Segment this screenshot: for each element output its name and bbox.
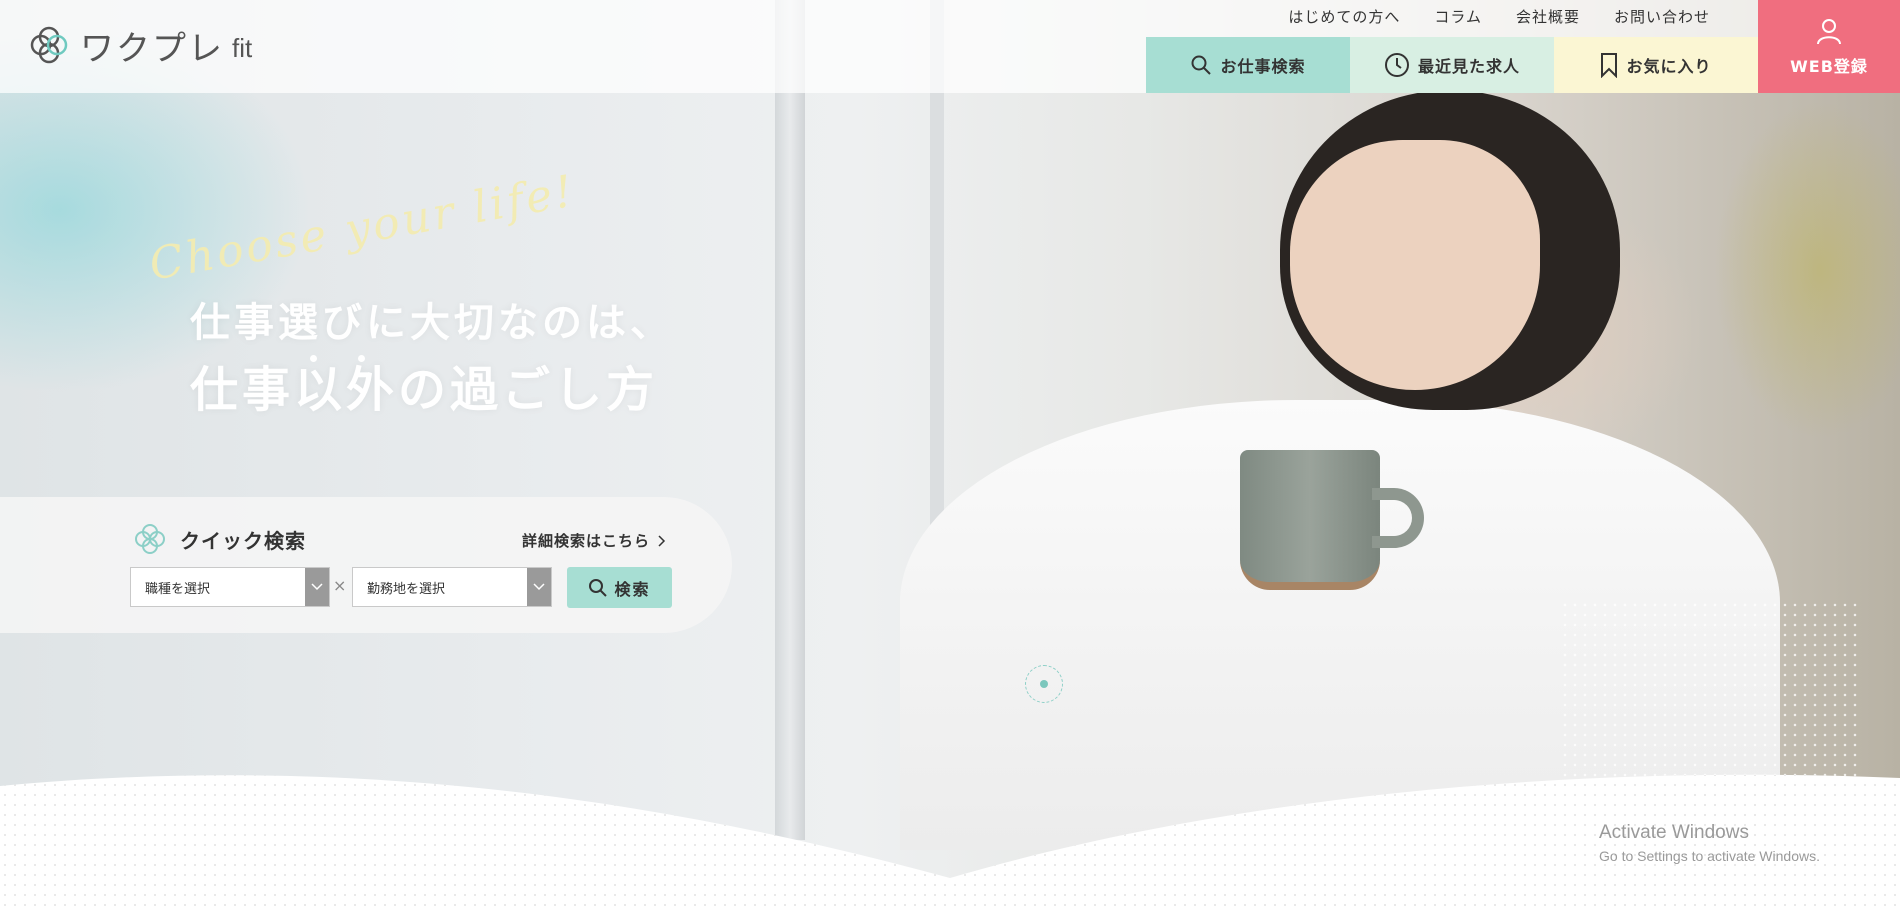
emphasis-dot — [358, 355, 365, 362]
hero-mug — [1240, 450, 1380, 590]
location-select-value: 勤務地を選択 — [367, 581, 446, 597]
topnav-link-contact[interactable]: お問い合わせ — [1614, 6, 1710, 27]
topnav-link-company[interactable]: 会社概要 — [1516, 6, 1580, 27]
quick-search-logo-icon — [135, 524, 165, 554]
chevron-right-icon — [658, 534, 666, 547]
scroll-indicator[interactable] — [1025, 665, 1063, 703]
select-separator: × — [333, 576, 347, 595]
emphasis-dot — [310, 355, 317, 362]
hero-person-face — [1290, 140, 1540, 390]
quick-search-title-text: クイック検索 — [180, 528, 306, 553]
main-navigation: お仕事検索 最近見た求人 お気に入り — [1146, 37, 1758, 93]
window-frame — [775, 0, 805, 840]
nav-favorites-button[interactable]: お気に入り — [1554, 37, 1758, 93]
hero-headline: 仕事選びに大切なのは、 仕事以外の過ごし方 — [190, 295, 674, 429]
chevron-down-icon — [305, 568, 329, 606]
site-logo[interactable]: ワクプレ fit — [24, 20, 252, 70]
quick-search-title: クイック検索 — [130, 519, 306, 559]
nav-recent-jobs-label: 最近見た求人 — [1417, 57, 1520, 76]
quick-search-button[interactable]: 検索 — [567, 567, 672, 608]
nav-recent-jobs-button[interactable]: 最近見た求人 — [1350, 37, 1554, 93]
search-icon — [589, 578, 608, 597]
job-type-select-value: 職種を選択 — [145, 581, 211, 597]
hero-headline-line1: 仕事選びに大切なのは、 — [190, 300, 674, 346]
windows-activation-watermark: Activate Windows Go to Settings to activ… — [1599, 822, 1820, 864]
watermark-line2: Go to Settings to activate Windows. — [1599, 848, 1820, 864]
nav-job-search-label: お仕事検索 — [1220, 57, 1306, 76]
clock-icon — [1384, 53, 1409, 77]
detailed-search-link-label: 詳細検索はこちら — [522, 532, 651, 550]
user-icon — [1817, 18, 1841, 44]
scroll-dot — [1040, 680, 1048, 688]
top-navigation: はじめての方へ コラム 会社概要 お問い合わせ — [1288, 6, 1710, 27]
logo-sub: fit — [232, 32, 253, 63]
quick-search-button-label: 検索 — [614, 579, 651, 599]
location-select[interactable]: 勤務地を選択 — [352, 567, 552, 607]
job-type-select[interactable]: 職種を選択 — [130, 567, 330, 607]
logo-text: ワクプレ — [80, 29, 224, 68]
chevron-down-icon — [527, 568, 551, 606]
logo-cross-icon — [30, 26, 68, 64]
detailed-search-link[interactable]: 詳細検索はこちら — [522, 530, 666, 551]
nav-favorites-label: お気に入り — [1626, 57, 1712, 76]
watermark-line1: Activate Windows — [1599, 822, 1749, 843]
nav-job-search-button[interactable]: お仕事検索 — [1146, 37, 1350, 93]
bookmark-icon — [1601, 53, 1618, 78]
search-icon — [1191, 55, 1212, 75]
quick-search-panel: クイック検索 詳細検索はこちら 職種を選択 × 勤務地を選択 検索 — [0, 497, 732, 633]
web-register-button[interactable]: WEB登録 — [1758, 0, 1900, 93]
topnav-link-column[interactable]: コラム — [1434, 6, 1482, 27]
hero-headline-line2: 仕事以外の過ごし方 — [190, 362, 659, 418]
web-register-label: WEB登録 — [1790, 56, 1868, 76]
dots-pattern — [1560, 600, 1860, 780]
topnav-link-first-time[interactable]: はじめての方へ — [1288, 6, 1400, 27]
